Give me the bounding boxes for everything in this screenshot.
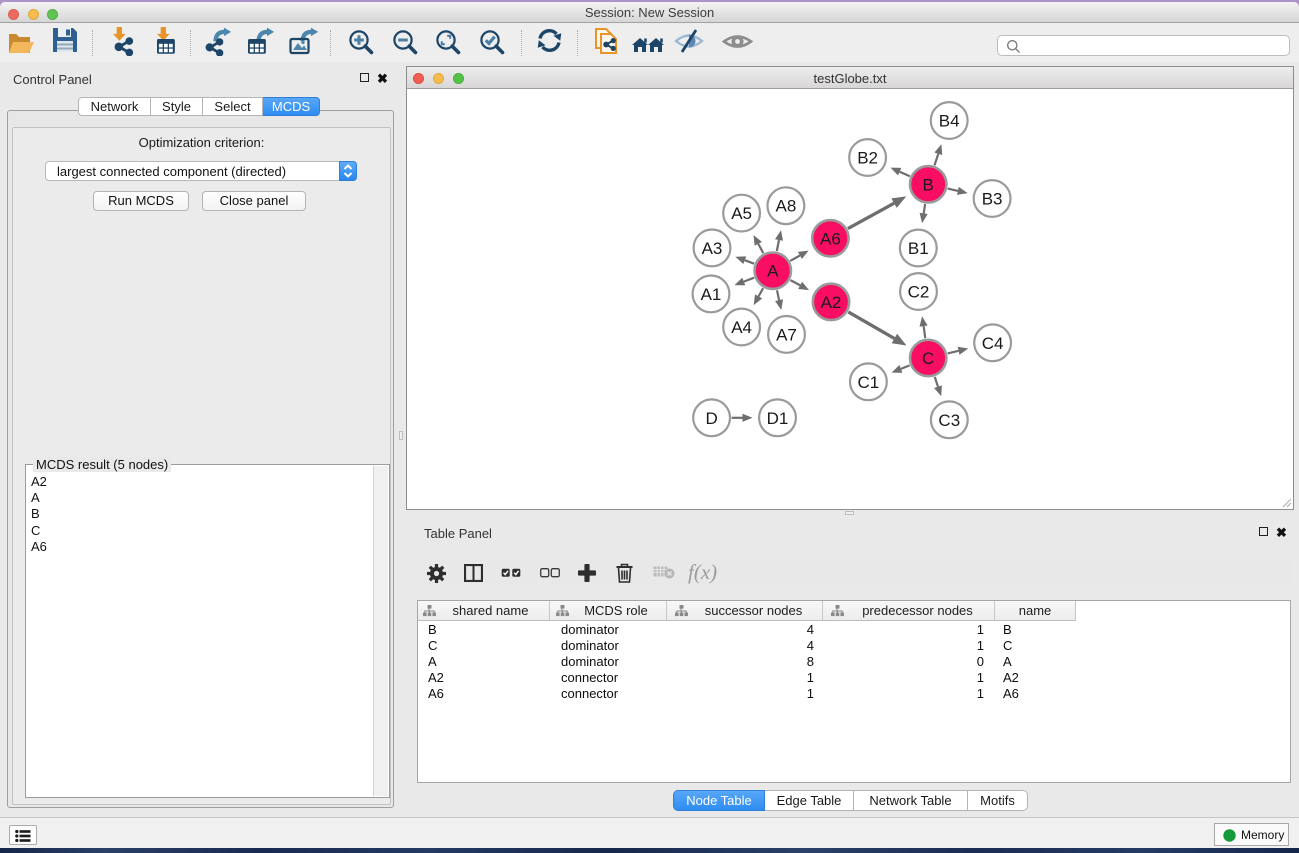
svg-text:B1: B1	[908, 239, 929, 258]
svg-text:A: A	[767, 262, 779, 281]
svg-text:D1: D1	[767, 409, 789, 428]
svg-text:B2: B2	[857, 149, 878, 168]
svg-text:C3: C3	[938, 411, 960, 430]
svg-text:C4: C4	[982, 334, 1004, 353]
svg-text:A3: A3	[702, 239, 723, 258]
svg-text:B: B	[923, 175, 934, 194]
svg-text:A8: A8	[776, 197, 797, 216]
svg-text:C2: C2	[908, 283, 930, 302]
svg-text:B3: B3	[982, 190, 1003, 209]
svg-text:A5: A5	[731, 204, 752, 223]
svg-text:A7: A7	[776, 325, 797, 344]
svg-text:A1: A1	[701, 285, 722, 304]
svg-text:A6: A6	[820, 229, 841, 248]
svg-text:C: C	[922, 349, 934, 368]
svg-text:A2: A2	[821, 293, 842, 312]
svg-text:B4: B4	[939, 112, 960, 131]
svg-text:D: D	[705, 409, 717, 428]
svg-text:C1: C1	[858, 373, 880, 392]
svg-text:A4: A4	[731, 318, 752, 337]
